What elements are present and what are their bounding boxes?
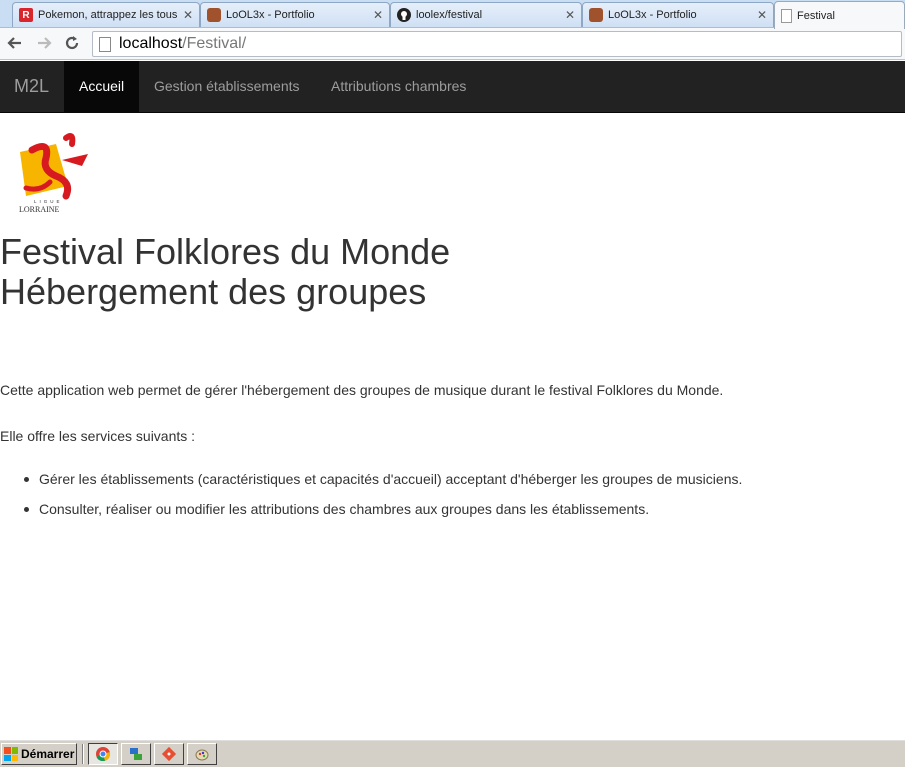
browser-tab-pokemon[interactable]: R Pokemon, attrappez les tous ✕: [12, 2, 200, 27]
page-icon: [99, 36, 111, 52]
git-icon[interactable]: [154, 743, 184, 765]
list-item: Consulter, réaliser ou modifier les attr…: [0, 500, 742, 530]
taskbar-separator: [82, 744, 84, 764]
tab-label: Festival: [797, 9, 835, 22]
nav-item-attributions-chambres[interactable]: Attributions chambres: [316, 61, 481, 112]
ligue-lorraine-logo: LIGUE LORRAINE: [16, 130, 90, 214]
network-icon[interactable]: [121, 743, 151, 765]
close-icon[interactable]: ✕: [757, 8, 767, 22]
url-path: /Festival/: [182, 35, 247, 52]
browser-toolbar: localhost/Festival/: [0, 28, 905, 60]
tab-label: Pokemon, attrappez les tous: [38, 9, 177, 21]
tab-label: LoOL3x - Portfolio: [608, 9, 697, 21]
avatar-icon: [589, 8, 603, 22]
forward-arrow-icon[interactable]: [34, 34, 54, 54]
r-icon: R: [19, 8, 33, 22]
start-label: Démarrer: [21, 747, 75, 761]
title-line-2: Hébergement des groupes: [0, 271, 427, 312]
close-icon[interactable]: ✕: [183, 8, 193, 22]
windows-flag-icon: [4, 747, 18, 761]
page-icon: [781, 8, 792, 23]
close-icon[interactable]: ✕: [565, 8, 575, 22]
avatar-icon: [207, 8, 221, 22]
reload-icon[interactable]: [62, 34, 82, 54]
site-navbar: M2L Accueil Gestion établissements Attri…: [0, 61, 905, 113]
list-item: Gérer les établissements (caractéristiqu…: [0, 470, 742, 500]
intro-paragraph: Cette application web permet de gérer l'…: [0, 382, 724, 398]
address-bar[interactable]: localhost/Festival/: [92, 31, 902, 57]
services-intro: Elle offre les services suivants :: [0, 428, 196, 444]
title-line-1: Festival Folklores du Monde: [0, 231, 451, 272]
url-host: localhost: [119, 35, 183, 52]
back-arrow-icon[interactable]: [5, 34, 25, 54]
windows-taskbar: Démarrer: [0, 739, 905, 767]
start-button[interactable]: Démarrer: [1, 743, 77, 765]
browser-tab-github[interactable]: loolex/festival ✕: [390, 2, 582, 27]
browser-tab-portfolio-1[interactable]: LoOL3x - Portfolio ✕: [200, 2, 390, 27]
logo-text-ligue: LIGUE: [34, 199, 63, 204]
navbar-brand[interactable]: M2L: [14, 76, 49, 97]
browser-tab-portfolio-2[interactable]: LoOL3x - Portfolio ✕: [582, 2, 774, 27]
tab-label: LoOL3x - Portfolio: [226, 9, 315, 21]
paint-icon[interactable]: [187, 743, 217, 765]
browser-tabstrip: R Pokemon, attrappez les tous ✕ LoOL3x -…: [0, 0, 905, 29]
chrome-icon[interactable]: [88, 743, 118, 765]
tab-label: loolex/festival: [416, 9, 483, 21]
github-icon: [397, 8, 411, 22]
close-icon[interactable]: ✕: [373, 8, 383, 22]
services-list: Gérer les établissements (caractéristiqu…: [0, 470, 742, 530]
browser-tab-festival[interactable]: Festival: [774, 1, 905, 29]
page-title: Festival Folklores du Monde Hébergement …: [0, 232, 450, 312]
nav-item-gestion-etablissements[interactable]: Gestion établissements: [139, 61, 315, 112]
nav-item-accueil[interactable]: Accueil: [64, 61, 140, 112]
logo-text-lorraine: LORRAINE: [19, 205, 60, 214]
